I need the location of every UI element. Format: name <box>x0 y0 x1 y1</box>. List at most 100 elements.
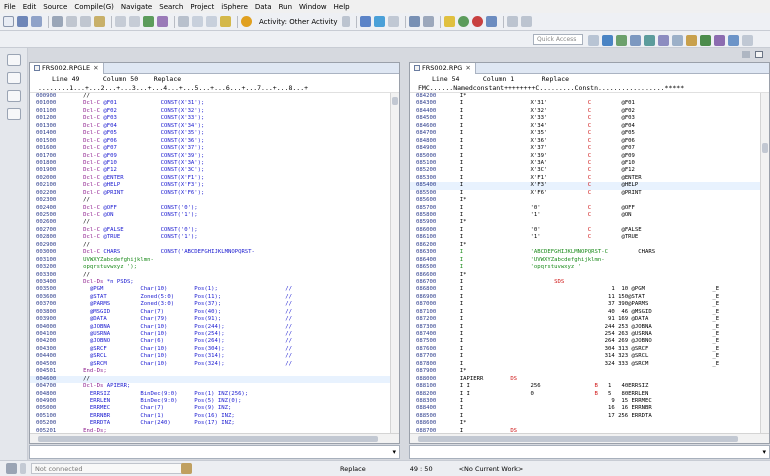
code-line[interactable]: 003200 opqrstuvwxyz '); <box>30 264 390 271</box>
outline-icon[interactable] <box>178 16 189 27</box>
code-line[interactable]: 001400 Dcl-C @F05 CONST(X'35'); <box>30 130 390 137</box>
new-icon[interactable] <box>3 16 14 27</box>
redo-icon[interactable] <box>129 16 140 27</box>
code-line[interactable]: 002200 Dcl-C @PRINT CONST(X'F6'); <box>30 190 390 197</box>
code-line[interactable]: 086500 I 'opqrstuvwxyz ' <box>410 264 760 271</box>
code-line[interactable]: 084300 I X'31' C @F01 <box>410 100 760 107</box>
code-line[interactable]: 002400 Dcl-C @OFF CONST('0'); <box>30 205 390 212</box>
link-icon[interactable] <box>387 16 399 27</box>
code-line[interactable]: 004600 // <box>30 375 390 384</box>
arrow-icon[interactable] <box>506 16 518 27</box>
properties-icon[interactable] <box>206 16 217 27</box>
code-line[interactable]: 001900 Dcl-C @F12 CONST(X'3C'); <box>30 167 390 174</box>
code-line[interactable]: 087900 I* <box>410 368 760 375</box>
compile-icon[interactable] <box>143 16 154 27</box>
minimize-icon[interactable] <box>742 51 750 58</box>
code-line[interactable]: 000900 // <box>30 93 390 100</box>
perspective-2-icon[interactable] <box>616 34 627 46</box>
code-line[interactable]: 003800 @MSGID Char(7) Pos(40); // <box>30 309 390 316</box>
close-icon[interactable]: ✕ <box>465 64 470 72</box>
code-line[interactable]: 085700 I '0' C @OFF <box>410 205 760 212</box>
code-line[interactable]: 002100 Dcl-C @HELP CONST(X'F3'); <box>30 182 390 189</box>
run-icon[interactable] <box>457 16 469 27</box>
paste-icon[interactable] <box>94 16 105 27</box>
copy-icon[interactable] <box>80 16 91 27</box>
debug-icon[interactable] <box>157 16 168 27</box>
code-line[interactable]: 087600 I 304 313 @SRCF _E <box>410 346 760 353</box>
code-line[interactable]: 003400 Dcl-Ds *n PSDS; <box>30 279 390 286</box>
code-line[interactable]: 084500 I X'33' C @F03 <box>410 115 760 122</box>
menu-run[interactable]: Run <box>279 3 292 11</box>
menu-navigate[interactable]: Navigate <box>121 3 152 11</box>
code-line[interactable]: 086600 I* <box>410 272 760 279</box>
save-icon[interactable] <box>17 16 28 27</box>
save-all-icon[interactable] <box>31 16 42 27</box>
editor-left[interactable]: FRS002.RPGLE ✕ Line 49 Column 50 Replace… <box>29 62 400 444</box>
activity-icon[interactable] <box>241 16 252 27</box>
code-line[interactable]: 001100 Dcl-C @F02 CONST(X'32'); <box>30 108 390 115</box>
code-line[interactable]: 087100 I 40 46 @MSGID _E <box>410 309 760 316</box>
code-line[interactable]: 004500 @SRCM Char(10) Pos(324); // <box>30 361 390 368</box>
right-bottom-dropdown[interactable]: ▾ <box>409 445 770 459</box>
perspective-1-icon[interactable] <box>602 34 613 46</box>
filter2-icon[interactable] <box>422 16 434 27</box>
editor-right[interactable]: FRS002.RPG ✕ Line 54 Column 1 Replace FM… <box>409 62 770 444</box>
editor-right-vscrollbar[interactable] <box>760 93 769 433</box>
undo-icon[interactable] <box>115 16 126 27</box>
tab-frs002-rpg[interactable]: FRS002.RPG ✕ <box>410 63 476 74</box>
menu-edit[interactable]: Edit <box>23 3 37 11</box>
code-line[interactable]: 085200 I X'3C' C @F12 <box>410 167 760 174</box>
code-line[interactable]: 085500 I X'F6' C @PRINT <box>410 190 760 197</box>
menu-search[interactable]: Search <box>159 3 183 11</box>
code-line[interactable]: 084900 I X'37' C @F07 <box>410 145 760 152</box>
code-line[interactable]: 002900 // <box>30 242 390 249</box>
code-line[interactable]: 084800 I X'36' C @F06 <box>410 138 760 145</box>
nav-icon[interactable] <box>520 16 532 27</box>
editor-left-vscrollbar[interactable] <box>390 93 399 433</box>
editor-left-hthumb[interactable] <box>38 436 378 442</box>
menu-data[interactable]: Data <box>255 3 272 11</box>
code-line[interactable]: 004501 End-Ds; <box>30 368 390 375</box>
code-line[interactable]: 003500 @PGM Char(10) Pos(1); // <box>30 286 390 293</box>
perspective-7-icon[interactable] <box>686 34 697 46</box>
perspective-9-icon[interactable] <box>714 34 725 46</box>
perspective-5-icon[interactable] <box>658 34 669 46</box>
code-line[interactable]: 085400 I X'F3' C @HELP <box>410 182 760 190</box>
code-line[interactable]: 086100 I '1' C @TRUE <box>410 234 760 241</box>
code-line[interactable]: 084200 I* <box>410 93 760 100</box>
code-line[interactable]: 088600 I* <box>410 420 760 427</box>
code-line[interactable]: 001300 Dcl-C @F04 CONST(X'34'); <box>30 123 390 130</box>
perspective-8-icon[interactable] <box>700 34 711 46</box>
restore-view-icon[interactable] <box>6 54 21 66</box>
code-line[interactable]: 004100 @USRNA Char(10) Pos(254); // <box>30 331 390 338</box>
perspective-4-icon[interactable] <box>644 34 655 46</box>
code-line[interactable]: 004300 @SRCF Char(10) Pos(304); // <box>30 346 390 353</box>
settings-icon[interactable] <box>220 16 231 27</box>
code-line[interactable]: 002500 Dcl-C @ON CONST('1'); <box>30 212 390 219</box>
code-line[interactable]: 001000 Dcl-C @F01 CONST(X'31'); <box>30 100 390 107</box>
code-line[interactable]: 087400 I 254 263 @USRNA _E <box>410 331 760 338</box>
connection-icon[interactable] <box>6 463 17 474</box>
code-line[interactable]: 001200 Dcl-C @F03 CONST(X'33'); <box>30 115 390 122</box>
code-line[interactable]: 088500 I 17 256 ERRDTA <box>410 413 760 420</box>
perspective-6-icon[interactable] <box>672 34 683 46</box>
search-icon[interactable] <box>359 16 371 27</box>
code-line[interactable]: 084700 I X'35' C @F05 <box>410 130 760 137</box>
code-line[interactable]: 087700 I 314 323 @SRCL _E <box>410 353 760 360</box>
code-line[interactable]: 088100 I I 256 B 1 40ERRSIZ <box>410 383 760 390</box>
code-line[interactable]: 002700 Dcl-C @FALSE CONST('0'); <box>30 227 390 234</box>
code-line[interactable]: 001600 Dcl-C @F07 CONST(X'37'); <box>30 145 390 152</box>
code-line[interactable]: 088300 I 9 15 ERRMEC <box>410 398 760 405</box>
code-line[interactable]: 087800 I 324 333 @SRCM _E <box>410 361 760 368</box>
code-line[interactable]: 003000 Dcl-C CHARS CONST('ABCDEFGHIJKLMN… <box>30 249 390 256</box>
code-line[interactable]: 085800 I '1' C @ON <box>410 212 760 219</box>
perspective-11-icon[interactable] <box>742 34 753 46</box>
connection-status[interactable]: Not connected <box>31 463 191 474</box>
view-c-icon[interactable] <box>6 108 21 120</box>
code-line[interactable]: 004700 Dcl-Ds APIERR; <box>30 383 390 390</box>
code-line[interactable]: 088200 I I 0 B 5 80ERRLEN <box>410 391 760 398</box>
code-line[interactable]: 001500 Dcl-C @F06 CONST(X'36'); <box>30 138 390 145</box>
menu-file[interactable]: File <box>4 3 16 11</box>
code-line[interactable]: 084400 I X'32' C @F02 <box>410 108 760 115</box>
code-line[interactable]: 003900 @DATA Char(79) Pos(91); // <box>30 316 390 323</box>
